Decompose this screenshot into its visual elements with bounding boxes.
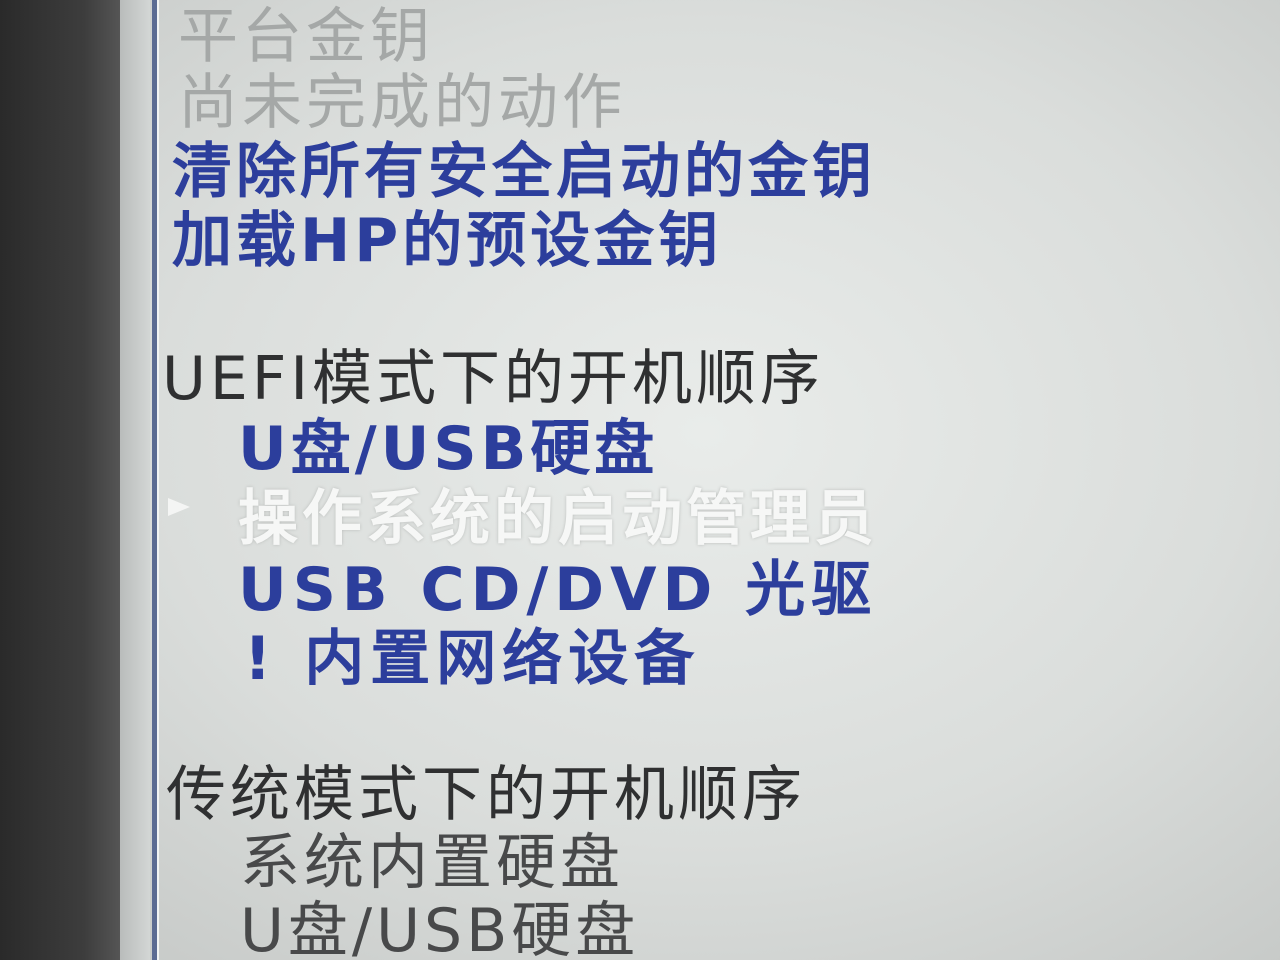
legacy-boot-item-usb-drive[interactable]: U盘/USB硬盘: [240, 896, 639, 960]
uefi-boot-order-header: UEFI模式下的开机顺序: [162, 344, 825, 414]
panel-frame: [120, 0, 150, 960]
panel-divider-highlight: [157, 0, 159, 960]
uefi-boot-item-os-boot-manager[interactable]: 操作系统的启动管理员: [238, 484, 878, 554]
pending-action-item: 尚未完成的动作: [178, 68, 626, 138]
legacy-boot-order-header: 传统模式下的开机顺序: [166, 760, 806, 830]
uefi-boot-item-network[interactable]: ! 内置网络设备: [244, 624, 700, 694]
load-hp-default-keys-item[interactable]: 加载HP的预设金钥: [172, 206, 722, 276]
screen-bezel: [0, 0, 120, 960]
uefi-boot-item-usb-drive[interactable]: U盘/USB硬盘: [238, 414, 658, 484]
legacy-boot-item-internal-hdd[interactable]: 系统内置硬盘: [240, 828, 624, 898]
selection-arrow-icon: [168, 498, 190, 516]
uefi-boot-item-usb-cd-dvd[interactable]: USB CD/DVD 光驱: [238, 555, 877, 625]
clear-all-secure-boot-keys-item[interactable]: 清除所有安全启动的金钥: [172, 137, 876, 207]
platform-key-item: 平台金钥: [178, 2, 434, 72]
